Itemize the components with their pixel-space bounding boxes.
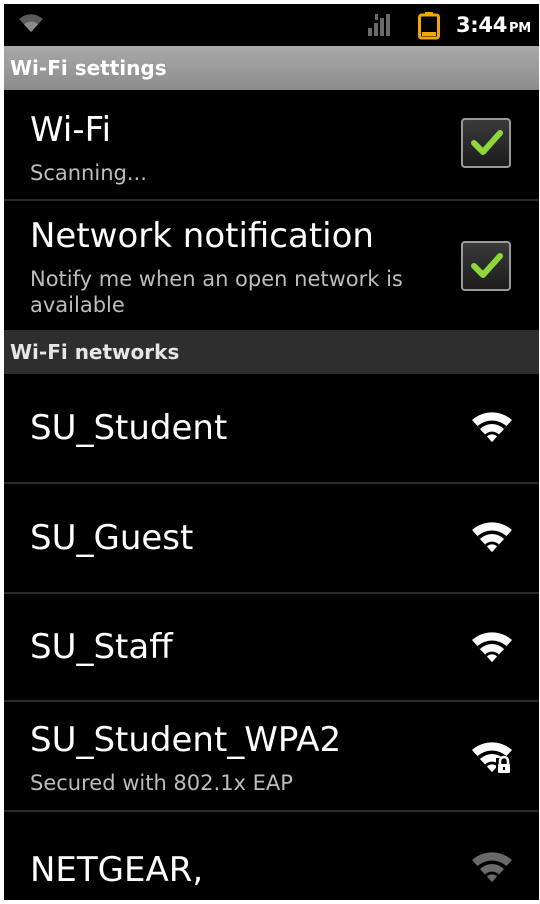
network-item-su-staff[interactable]: SU_Staff [4, 594, 539, 700]
clock-time: 3:44 [456, 13, 508, 37]
wifi-status-icon [18, 12, 44, 38]
network-item-su-guest[interactable]: SU_Guest [4, 484, 539, 592]
wifi-signal-icon [470, 410, 514, 448]
network-notification-row[interactable]: Network notification Notify me when an o… [4, 201, 539, 330]
wifi-toggle-row[interactable]: Wi-Fi Scanning... [4, 90, 539, 200]
section-header-networks: Wi-Fi networks [4, 330, 539, 374]
clock: 3:44 PM [456, 13, 531, 37]
network-notification-checkbox[interactable] [461, 241, 511, 291]
network-item-netgear[interactable]: NETGEAR, [4, 812, 539, 900]
network-security-summary: Secured with 802.1x EAP [30, 771, 293, 795]
status-bar: 3:44 PM [4, 4, 539, 46]
network-notification-title: Network notification [30, 216, 374, 256]
cell-signal-icon [368, 14, 394, 40]
network-ssid: SU_Student [30, 408, 228, 448]
page-title: Wi-Fi settings [4, 46, 539, 90]
network-item-su-student-wpa2[interactable]: SU_Student_WPA2 Secured with 802.1x EAP [4, 702, 539, 810]
wifi-signal-icon [470, 630, 514, 668]
network-ssid: SU_Staff [30, 627, 173, 667]
checkmark-icon [471, 253, 503, 278]
wifi-weak-signal-icon [470, 850, 514, 888]
network-ssid: NETGEAR, [30, 850, 204, 890]
network-ssid: SU_Student_WPA2 [30, 720, 342, 760]
network-ssid: SU_Guest [30, 518, 194, 558]
checkmark-icon [471, 130, 503, 155]
wifi-lock-icon [470, 740, 514, 778]
phone-screen: 3:44 PM Wi-Fi settings Wi-Fi Scanning... … [4, 4, 539, 900]
wifi-signal-icon [470, 520, 514, 558]
wifi-toggle-summary: Scanning... [30, 161, 147, 185]
wifi-checkbox[interactable] [461, 118, 511, 168]
battery-icon [418, 12, 440, 44]
network-item-su-student[interactable]: SU_Student [4, 374, 539, 482]
wifi-toggle-title: Wi-Fi [30, 110, 112, 150]
clock-ampm: PM [509, 21, 531, 36]
network-notification-summary: Notify me when an open network is availa… [30, 267, 403, 317]
